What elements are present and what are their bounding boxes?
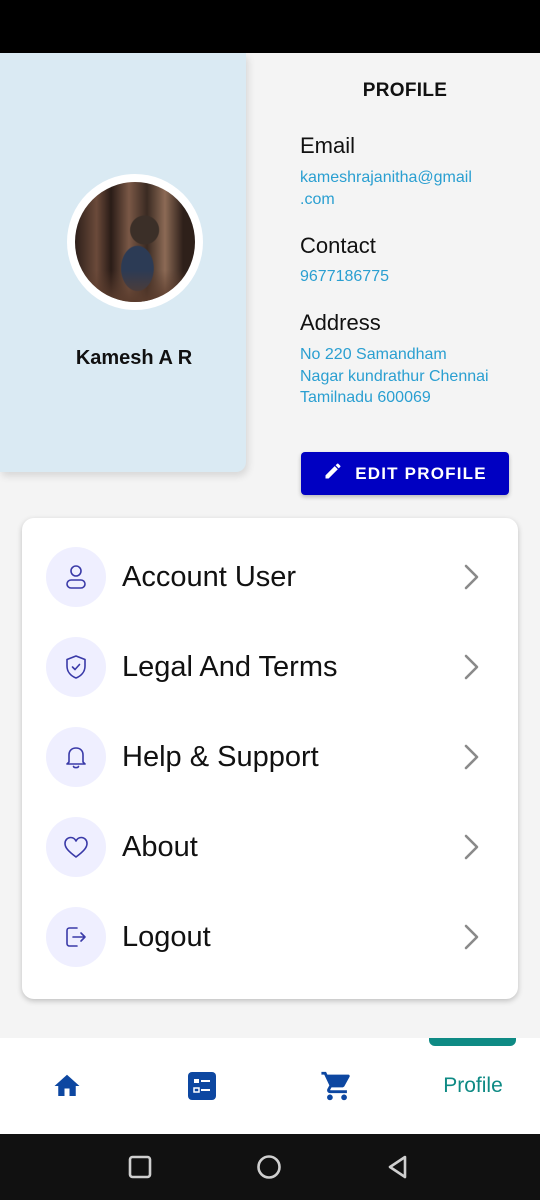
menu-item-logout[interactable]: Logout bbox=[22, 892, 518, 982]
menu-item-about[interactable]: About bbox=[22, 802, 518, 892]
nav-list[interactable] bbox=[182, 1066, 222, 1106]
address-label: Address bbox=[300, 310, 381, 335]
address-value: No 220 Samandham Nagar kundrathur Chenna… bbox=[300, 346, 489, 406]
back-button[interactable] bbox=[381, 1150, 415, 1184]
list-icon bbox=[188, 1072, 216, 1100]
logout-icon bbox=[46, 907, 106, 967]
active-tab-indicator bbox=[429, 1038, 516, 1046]
menu-item-label: About bbox=[122, 830, 198, 863]
page-title: PROFILE bbox=[362, 80, 448, 101]
avatar-photo bbox=[75, 182, 195, 302]
home-icon bbox=[54, 1074, 80, 1096]
nav-home[interactable] bbox=[47, 1066, 87, 1106]
square-icon bbox=[128, 1155, 152, 1179]
back-triangle-icon bbox=[388, 1155, 407, 1179]
chevron-right-icon bbox=[464, 744, 479, 770]
contact-value: 9677186775 bbox=[300, 268, 389, 285]
contact-label: Contact bbox=[300, 233, 376, 258]
user-name: Kamesh A R bbox=[75, 347, 193, 369]
menu-item-account-user[interactable]: Account User bbox=[22, 532, 518, 622]
edit-profile-label: EDIT PROFILE bbox=[355, 463, 487, 483]
menu-item-help-support[interactable]: Help & Support bbox=[22, 712, 518, 802]
menu-item-label: Logout bbox=[122, 920, 211, 953]
chevron-right-icon bbox=[464, 924, 479, 950]
settings-menu: Account User Legal And Terms Help & Supp… bbox=[22, 518, 518, 999]
email-value: kameshrajanitha@gmail .com bbox=[300, 169, 472, 208]
nav-profile-label: Profile bbox=[443, 1074, 503, 1097]
status-bar bbox=[0, 0, 540, 53]
menu-item-label: Account User bbox=[122, 560, 297, 593]
edit-profile-button[interactable]: EDIT PROFILE bbox=[301, 452, 509, 495]
user-icon bbox=[46, 547, 106, 607]
menu-item-label: Legal And Terms bbox=[122, 650, 338, 683]
cart-icon bbox=[321, 1071, 350, 1101]
circle-icon bbox=[257, 1155, 281, 1179]
chevron-right-icon bbox=[464, 564, 479, 590]
nav-profile[interactable]: Profile bbox=[430, 1066, 516, 1106]
bell-icon bbox=[46, 727, 106, 787]
recent-apps-button[interactable] bbox=[123, 1150, 157, 1184]
nav-cart[interactable] bbox=[317, 1066, 357, 1106]
menu-item-legal-terms[interactable]: Legal And Terms bbox=[22, 622, 518, 712]
pencil-icon bbox=[323, 461, 343, 486]
chevron-right-icon bbox=[464, 654, 479, 680]
menu-item-label: Help & Support bbox=[122, 740, 319, 773]
chevron-right-icon bbox=[464, 834, 479, 860]
shield-icon bbox=[46, 637, 106, 697]
heart-icon bbox=[46, 817, 106, 877]
email-label: Email bbox=[300, 133, 356, 158]
home-button[interactable] bbox=[252, 1150, 286, 1184]
avatar[interactable] bbox=[67, 174, 203, 310]
